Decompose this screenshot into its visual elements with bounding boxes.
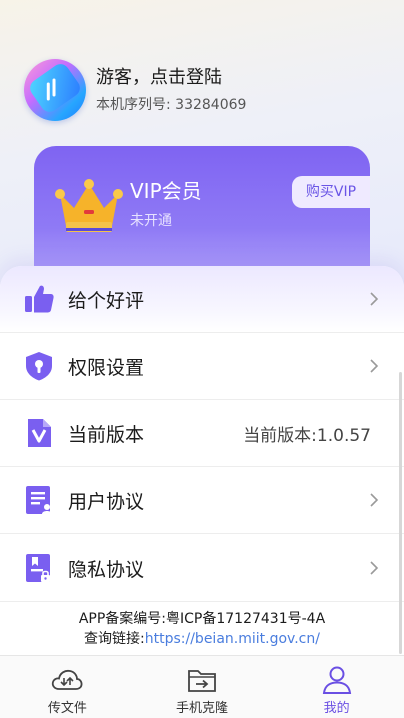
profile-text: 游客，点击登陆 本机序列号: 33284069 (96, 66, 246, 114)
serial-label: 本机序列号: (96, 97, 171, 113)
folder-import-icon (188, 670, 216, 692)
menu-item-user-agreement[interactable]: 用户协议 (0, 467, 404, 534)
chevron-right-icon (370, 359, 379, 373)
tab-transfer[interactable]: 传文件 (0, 656, 135, 718)
filing-link-label: 查询链接: (84, 631, 145, 647)
tab-phone-clone[interactable]: 手机克隆 (135, 656, 270, 718)
menu-item-privacy[interactable]: 隐私协议 (0, 535, 404, 602)
profile-section[interactable]: 游客，点击登陆 本机序列号: 33284069 (24, 58, 246, 122)
avatar[interactable] (24, 59, 86, 121)
thumbs-up-icon (25, 285, 54, 313)
menu-label-rate: 给个好评 (68, 289, 145, 312)
menu-label-permissions: 权限设置 (68, 356, 145, 379)
filing-query: 查询链接:https://beian.miit.gov.cn/ (0, 629, 404, 649)
menu-item-rate[interactable]: 给个好评 (0, 266, 404, 333)
tab-label-mine: 我的 (323, 701, 350, 716)
chevron-right-icon (370, 561, 379, 575)
menu-item-permissions[interactable]: 权限设置 (0, 333, 404, 400)
cloud-transfer-icon (52, 669, 83, 690)
tab-label-phone-clone: 手机克隆 (176, 701, 229, 716)
login-prompt[interactable]: 游客，点击登陆 (96, 66, 246, 90)
buy-vip-button[interactable]: 购买VIP (292, 176, 370, 208)
filing-record: APP备案编号:粤ICP备17127431号-4A (78, 611, 326, 627)
chevron-right-icon (370, 292, 379, 306)
filing-info: APP备案编号:粤ICP备17127431号-4A 查询链接:https://b… (0, 609, 404, 649)
menu-label-user-agreement: 用户协议 (68, 490, 145, 513)
serial-value: 33284069 (175, 97, 247, 113)
filing-link[interactable]: https://beian.miit.gov.cn/ (145, 631, 320, 647)
user-agreement-icon (26, 486, 52, 514)
bottom-tab-bar: 传文件 手机克隆 我的 (0, 655, 404, 718)
privacy-document-icon (26, 554, 50, 582)
chevron-right-icon (370, 493, 379, 507)
version-file-icon (28, 419, 51, 447)
crown-icon (55, 179, 123, 232)
tab-label-transfer: 传文件 (47, 701, 87, 716)
version-value: 当前版本:1.0.57 (243, 425, 371, 446)
vip-status: 未开通 (130, 213, 172, 229)
user-profile-icon (322, 666, 351, 694)
menu-label-version: 当前版本 (68, 423, 145, 446)
vip-title: VIP会员 (130, 179, 202, 203)
menu-item-version[interactable]: 当前版本 当前版本:1.0.57 (0, 400, 404, 467)
tab-mine[interactable]: 我的 (269, 656, 404, 718)
menu-label-privacy: 隐私协议 (68, 558, 145, 581)
serial-number: 本机序列号: 33284069 (96, 96, 246, 114)
shield-lock-icon (26, 352, 52, 381)
